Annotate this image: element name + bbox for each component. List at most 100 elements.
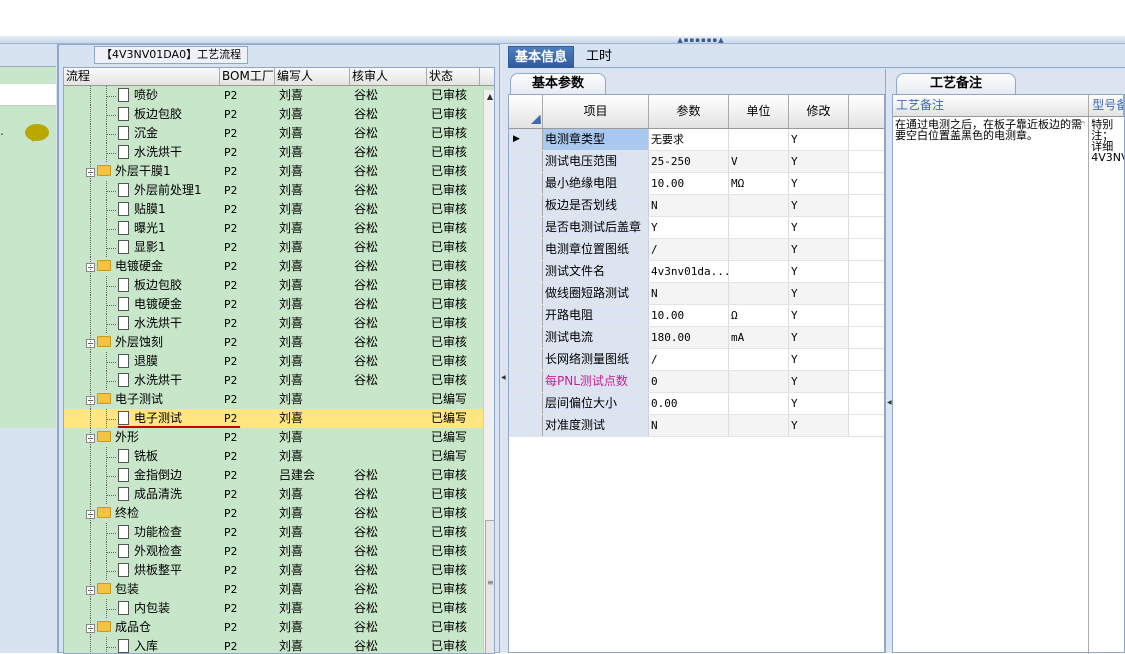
tree-folder-row[interactable]: − 外层干膜1 P2 刘喜 谷松 已审核 xyxy=(64,162,494,181)
col-header-status[interactable]: 状态 xyxy=(427,68,480,85)
param-unit-cell[interactable]: MΩ xyxy=(729,173,789,194)
param-modify-cell[interactable]: Y xyxy=(789,195,849,216)
tree-folder-row[interactable]: − 成品仓 P2 刘喜 谷松 已审核 xyxy=(64,618,494,637)
col-header-flow[interactable]: 流程 xyxy=(64,68,220,85)
tab-basic-params[interactable]: 基本参数 xyxy=(510,73,606,94)
row-header[interactable] xyxy=(509,349,543,370)
tree-item-row[interactable]: 水洗烘干 P2 刘喜 谷松 已审核 xyxy=(64,371,494,390)
tree-item-row[interactable]: 金指倒边 P2 吕建会 谷松 已审核 xyxy=(64,466,494,485)
param-row[interactable]: 做线圈短路测试 N Y xyxy=(509,283,884,305)
collapse-arrow-icon[interactable]: ◀ xyxy=(887,399,892,406)
tree-item-row[interactable]: 电镀硬金 P2 刘喜 谷松 已审核 xyxy=(64,295,494,314)
param-unit-cell[interactable] xyxy=(729,217,789,238)
param-row[interactable]: 测试电流 180.00 mA Y xyxy=(509,327,884,349)
param-modify-cell[interactable]: Y xyxy=(789,371,849,392)
splitter-grip-icon[interactable]: ▲▪▪▪▪▪▪▲ xyxy=(676,37,726,44)
param-value-cell[interactable]: 180.00 xyxy=(649,327,729,348)
param-value-cell[interactable]: 4v3nv01da... xyxy=(649,261,729,282)
param-modify-cell[interactable]: Y xyxy=(789,349,849,370)
param-row[interactable]: 层间偏位大小 0.00 Y xyxy=(509,393,884,415)
param-row[interactable]: 开路电阻 10.00 Ω Y xyxy=(509,305,884,327)
top-splitter[interactable] xyxy=(0,36,1125,44)
param-modify-cell[interactable]: Y xyxy=(789,327,849,348)
tree-item-row[interactable]: 入库 P2 刘喜 谷松 已审核 xyxy=(64,637,494,653)
tree-item-row[interactable]: 板边包胶 P2 刘喜 谷松 已审核 xyxy=(64,276,494,295)
param-modify-cell[interactable]: Y xyxy=(789,283,849,304)
tree-folder-row[interactable]: − 外层蚀刻 P2 刘喜 谷松 已审核 xyxy=(64,333,494,352)
param-unit-cell[interactable] xyxy=(729,349,789,370)
current-row-indicator-icon[interactable]: ▶ xyxy=(509,129,543,150)
tree-item-row[interactable]: 成品清洗 P2 刘喜 谷松 已审核 xyxy=(64,485,494,504)
param-unit-cell[interactable] xyxy=(729,261,789,282)
col-header-reviewer[interactable]: 核审人 xyxy=(350,68,427,85)
param-modify-cell[interactable]: Y xyxy=(789,261,849,282)
row-header[interactable] xyxy=(509,393,543,414)
tree-item-row[interactable]: 水洗烘干 P2 刘喜 谷松 已审核 xyxy=(64,314,494,333)
row-header[interactable] xyxy=(509,327,543,348)
row-header[interactable] xyxy=(509,305,543,326)
param-unit-cell[interactable] xyxy=(729,415,789,436)
param-row[interactable]: 板边是否划线 N Y xyxy=(509,195,884,217)
tree-item-row[interactable]: 外层前处理1 P2 刘喜 谷松 已审核 xyxy=(64,181,494,200)
col-header-param[interactable]: 参数 xyxy=(649,95,729,128)
param-unit-cell[interactable] xyxy=(729,371,789,392)
param-row[interactable]: 对准度测试 N Y xyxy=(509,415,884,437)
param-value-cell[interactable]: 10.00 xyxy=(649,305,729,326)
param-value-cell[interactable]: N xyxy=(649,283,729,304)
param-row[interactable]: 每PNL测试点数 0 Y xyxy=(509,371,884,393)
param-row[interactable]: 测试文件名 4v3nv01da... Y xyxy=(509,261,884,283)
col-header-model-notes[interactable]: 型号备注 xyxy=(1089,95,1124,116)
param-unit-cell[interactable] xyxy=(729,283,789,304)
param-value-cell[interactable]: N xyxy=(649,195,729,216)
param-unit-cell[interactable]: mA xyxy=(729,327,789,348)
tree-folder-row[interactable]: − 包装 P2 刘喜 谷松 已审核 xyxy=(64,580,494,599)
tree-item-row[interactable]: 板边包胶 P2 刘喜 谷松 已审核 xyxy=(64,105,494,124)
param-value-cell[interactable]: 10.00 xyxy=(649,173,729,194)
row-header[interactable] xyxy=(509,151,543,172)
row-header[interactable] xyxy=(509,261,543,282)
param-modify-cell[interactable]: Y xyxy=(789,173,849,194)
vertical-splitter[interactable]: ◀ xyxy=(500,44,508,653)
param-row[interactable]: 测试电压范围 25-250 V Y xyxy=(509,151,884,173)
row-header[interactable] xyxy=(509,217,543,238)
param-modify-cell[interactable]: Y xyxy=(789,217,849,238)
row-header[interactable] xyxy=(509,195,543,216)
tree-item-row[interactable]: 曝光1 P2 刘喜 谷松 已审核 xyxy=(64,219,494,238)
col-header-item[interactable]: 项目 xyxy=(543,95,649,128)
row-header[interactable] xyxy=(509,239,543,260)
param-unit-cell[interactable] xyxy=(729,195,789,216)
param-value-cell[interactable]: 25-250 xyxy=(649,151,729,172)
process-scrollbar[interactable]: ▲ ≡ xyxy=(483,90,494,653)
tree-item-row[interactable]: 功能检查 P2 刘喜 谷松 已审核 xyxy=(64,523,494,542)
param-row[interactable]: 长网络测量图纸 / Y xyxy=(509,349,884,371)
tab-work-hours[interactable]: 工时 xyxy=(580,46,618,68)
tree-folder-row[interactable]: − 电镀硬金 P2 刘喜 谷松 已审核 xyxy=(64,257,494,276)
param-modify-cell[interactable]: Y xyxy=(789,129,849,150)
param-modify-cell[interactable]: Y xyxy=(789,393,849,414)
tree-item-row[interactable]: 显影1 P2 刘喜 谷松 已审核 xyxy=(64,238,494,257)
tab-basic-info[interactable]: 基本信息 xyxy=(508,46,575,68)
scroll-up-icon[interactable]: ▲ xyxy=(484,90,494,104)
param-unit-cell[interactable]: Ω xyxy=(729,305,789,326)
tree-item-row[interactable]: 退膜 P2 刘喜 谷松 已审核 xyxy=(64,352,494,371)
collapse-arrow-icon[interactable]: ◀ xyxy=(501,374,506,381)
row-header[interactable] xyxy=(509,415,543,436)
col-header-process-notes[interactable]: 工艺备注 xyxy=(893,95,1090,116)
tree-item-row[interactable]: 内包装 P2 刘喜 谷松 已审核 xyxy=(64,599,494,618)
param-value-cell[interactable]: N xyxy=(649,415,729,436)
tree-item-row[interactable]: 外观检查 P2 刘喜 谷松 已审核 xyxy=(64,542,494,561)
param-modify-cell[interactable]: Y xyxy=(789,239,849,260)
param-value-cell[interactable]: / xyxy=(649,349,729,370)
col-header-bom[interactable]: BOM工厂 xyxy=(220,68,275,85)
tab-process-notes[interactable]: 工艺备注 xyxy=(896,73,1016,94)
param-unit-cell[interactable] xyxy=(729,393,789,414)
row-header[interactable] xyxy=(509,371,543,392)
param-unit-cell[interactable]: V xyxy=(729,151,789,172)
param-value-cell[interactable]: Y xyxy=(649,217,729,238)
param-value-cell[interactable]: 0 xyxy=(649,371,729,392)
tree-item-row[interactable]: 烘板整平 P2 刘喜 谷松 已审核 xyxy=(64,561,494,580)
tree-folder-row[interactable]: − 外形 P2 刘喜 已编写 xyxy=(64,428,494,447)
tree-item-row[interactable]: 沉金 P2 刘喜 谷松 已审核 xyxy=(64,124,494,143)
param-unit-cell[interactable] xyxy=(729,129,789,150)
scroll-thumb[interactable]: ≡ xyxy=(485,520,494,653)
